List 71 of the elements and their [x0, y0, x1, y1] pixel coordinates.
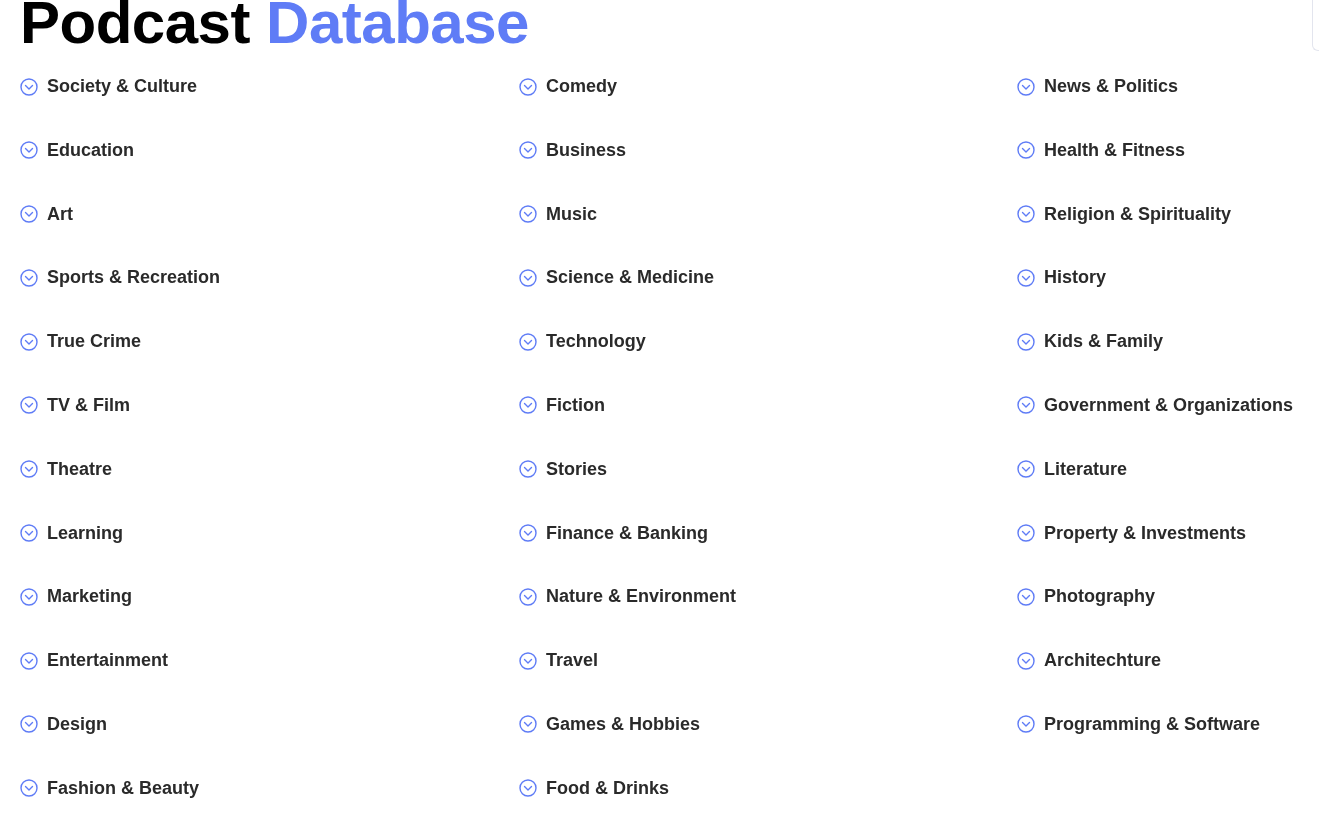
chevron-down-icon	[20, 587, 38, 606]
category-item[interactable]: Health & Fitness	[1017, 139, 1186, 161]
category-item[interactable]: Nature & Environment	[519, 586, 737, 608]
chevron-down-icon	[1017, 77, 1035, 96]
chevron-down-icon	[20, 205, 38, 224]
chevron-down-icon	[519, 332, 537, 351]
category-item[interactable]: Photography	[1017, 586, 1155, 608]
chevron-down-icon	[1017, 205, 1035, 224]
chevron-down-icon	[1017, 396, 1035, 415]
category-item[interactable]: TV & Film	[20, 395, 130, 416]
chevron-down-icon	[20, 715, 38, 734]
chevron-down-icon	[20, 268, 38, 287]
chevron-down-icon	[1017, 651, 1035, 670]
category-item[interactable]: Kids & Family	[1017, 331, 1164, 353]
chevron-down-icon	[1017, 587, 1035, 606]
category-item[interactable]: Science & Medicine	[519, 267, 715, 289]
chevron-down-icon	[1017, 524, 1035, 543]
category-item[interactable]: Marketing	[20, 586, 133, 608]
category-item[interactable]: Theatre	[20, 458, 113, 480]
category-item[interactable]: Finance & Banking	[519, 522, 709, 544]
category-item[interactable]: Travel	[519, 650, 599, 672]
category-item[interactable]: Music	[519, 203, 597, 225]
chevron-down-icon	[519, 715, 537, 734]
category-item[interactable]: Government & Organizations	[1017, 395, 1294, 416]
category-item[interactable]: Education	[20, 139, 134, 161]
chevron-down-icon	[20, 396, 38, 415]
chevron-down-icon	[1017, 141, 1035, 160]
category-item[interactable]: Religion & Spirituality	[1017, 203, 1231, 225]
chevron-down-icon	[20, 332, 38, 351]
chevron-down-icon	[20, 77, 38, 96]
chevron-down-icon	[20, 651, 38, 670]
chevron-down-icon	[519, 205, 537, 224]
category-item[interactable]: Games & Hobbies	[519, 713, 701, 735]
category-item[interactable]: Learning	[20, 522, 123, 544]
category-item[interactable]: Entertainment	[20, 650, 169, 672]
category-item[interactable]: Architechture	[1017, 650, 1162, 672]
chevron-down-icon	[1017, 460, 1035, 479]
chevron-down-icon	[20, 141, 38, 160]
chevron-down-icon	[20, 460, 38, 479]
chevron-down-icon	[519, 141, 537, 160]
category-item[interactable]: Fashion & Beauty	[20, 777, 200, 799]
chevron-down-icon	[1017, 332, 1035, 351]
chevron-down-icon	[519, 524, 537, 543]
category-item[interactable]: Sports & Recreation	[20, 267, 221, 289]
chevron-down-icon	[20, 524, 38, 543]
chevron-down-icon	[519, 77, 537, 96]
category-item[interactable]: Fiction	[519, 395, 605, 416]
category-item[interactable]: True Crime	[20, 331, 142, 353]
category-item[interactable]: Property & Investments	[1017, 522, 1247, 544]
category-item[interactable]: Programming & Software	[1017, 713, 1261, 735]
category-item[interactable]: Design	[20, 713, 107, 735]
chevron-down-icon	[519, 396, 537, 415]
chevron-down-icon	[519, 268, 537, 287]
chevron-down-icon	[1017, 715, 1035, 734]
category-item[interactable]: Society & Culture	[20, 76, 198, 97]
chevron-down-icon	[1017, 268, 1035, 287]
category-item[interactable]: Food & Drinks	[519, 777, 669, 799]
category-item[interactable]: News & Politics	[1017, 76, 1179, 97]
chevron-down-icon	[519, 779, 537, 798]
category-item[interactable]: Comedy	[519, 76, 617, 97]
chevron-down-icon	[519, 460, 537, 479]
category-item[interactable]: Technology	[519, 331, 646, 353]
card-edge	[1312, 0, 1319, 51]
category-item[interactable]: Literature	[1017, 458, 1128, 480]
category-item[interactable]: History	[1017, 267, 1106, 289]
category-item[interactable]: Business	[519, 139, 627, 161]
chevron-down-icon	[519, 651, 537, 670]
chevron-down-icon	[519, 587, 537, 606]
category-item[interactable]: Art	[20, 203, 73, 225]
category-item[interactable]: Stories	[519, 458, 608, 480]
chevron-down-icon	[20, 779, 38, 798]
